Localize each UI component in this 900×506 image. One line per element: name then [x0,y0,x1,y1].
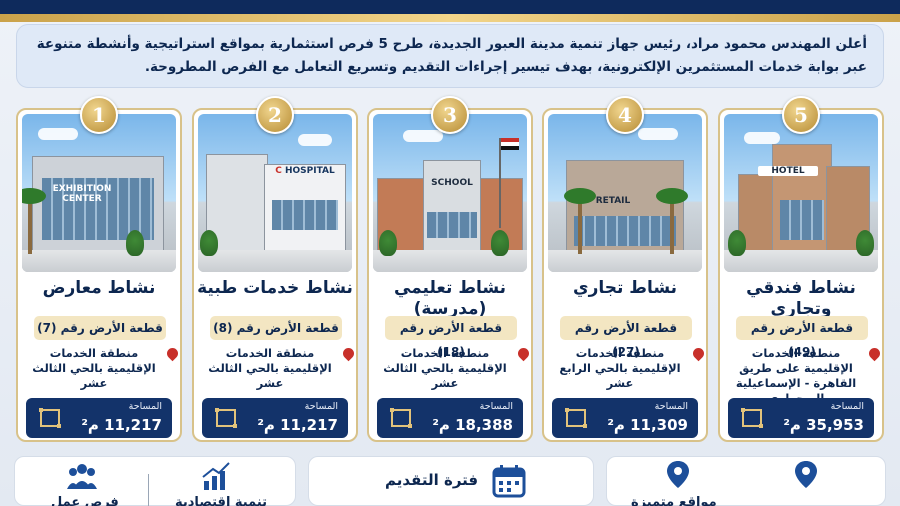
area-value: 35,953 م² [783,416,864,434]
intro-box: أعلن المهندس محمود مراد، رئيس جهاز تنمية… [16,24,884,88]
economic-growth-label: تنمية اقتصادية [175,495,268,506]
card-title: نشاط معارض [42,278,156,298]
calendar-icon [492,465,526,498]
school-illustration: SCHOOL [373,114,527,272]
application-period-label: فترة التقديم [385,471,479,489]
area-value: 11,217 م² [81,416,162,434]
map-pin-icon [795,461,817,488]
card-title: نشاط فندقي وتجاري [746,278,856,319]
building-sign: HOTEL [758,166,818,176]
area-box: المساحة 35,953 م² [728,398,874,438]
benefits-panel: فرص عمل تنمية اقتصادية [14,456,296,506]
card-title: نشاط تجاري [572,278,678,298]
opportunity-card-1: 1 EXHIBITION CENTER نشاط معارض قطعة الأر… [16,96,182,442]
area-box: المساحة 18,388 م² [377,398,523,438]
card-title: نشاط تعليمي (مدرسة) [393,278,507,319]
building-sign: EXHIBITION CENTER [52,184,112,204]
area-label: المساحة [128,401,162,412]
area-label: المساحة [304,401,338,412]
location-text: منطقة الخدمات الإقليمية بالحي الثالث عشر [200,345,357,394]
card-number-badge: 3 [431,96,469,134]
card-number-badge: 5 [782,96,820,134]
hospital-illustration: C HOSPITAL [198,114,352,272]
area-value: 11,217 م² [257,416,338,434]
card-number-badge: 4 [606,96,644,134]
building-sign: C HOSPITAL [275,166,335,176]
opportunity-card-4: 4 RETAIL نشاط تجاري قطعة الأرض رقم (27) … [542,96,708,442]
location-pin-icon [690,345,707,362]
locations-panel: مواقع متميزة [606,456,886,506]
area-icon [390,408,412,428]
plot-number: قطعة الأرض رقم (27) [560,316,692,359]
area-icon [565,408,587,428]
top-gold-strip [0,14,900,22]
retail-illustration: RETAIL [548,114,702,272]
area-icon [741,408,763,428]
area-label: المساحة [654,401,688,412]
area-box: المساحة 11,217 م² [26,398,172,438]
jobs-label: فرص عمل [51,495,119,506]
location-pin-icon [340,345,357,362]
area-icon [39,408,61,428]
card-number-badge: 1 [80,96,118,134]
panel-divider [148,474,149,506]
location-pin-icon [164,345,181,362]
card-number-badge: 2 [256,96,294,134]
plot-number: قطعة الأرض رقم (7) [34,316,166,340]
area-label: المساحة [479,401,513,412]
team-icon [67,464,97,489]
location-pin-icon [866,345,883,362]
plot-number: قطعة الأرض رقم (18) [385,316,517,359]
growth-chart-icon [202,462,230,490]
area-value: 18,388 م² [432,416,513,434]
location-pin-icon [515,345,532,362]
opportunity-card-2: 2 C HOSPITAL نشاط خدمات طبية قطعة الأرض … [192,96,358,442]
area-label: المساحة [830,401,864,412]
plot-number: قطعة الأرض رقم (49) [736,316,868,359]
hotel-illustration: HOTEL [724,114,878,272]
building-sign: SCHOOL [431,178,473,188]
intro-line-2: عبر بوابة خدمات المستثمرين الإلكترونية، … [144,59,867,75]
location-text: منطقة الخدمات الإقليمية بالحي الثالث عشر [375,345,532,394]
plot-number: قطعة الأرض رقم (8) [210,316,342,340]
area-box: المساحة 11,217 م² [202,398,348,438]
map-pin-icon [667,461,689,488]
application-period-panel: فترة التقديم [308,456,594,506]
location-text: منطقة الخدمات الإقليمية بالحي الثالث عشر [24,345,181,394]
top-band [0,0,900,14]
area-box: المساحة 11,309 م² [552,398,698,438]
opportunity-card-3: 3 SCHOOL نشاط تعليمي (مدرسة) قطعة الأرض … [367,96,533,442]
prime-locations-label: مواقع متميزة [631,495,717,506]
area-icon [215,408,237,428]
area-value: 11,309 م² [607,416,688,434]
opportunity-card-5: 5 HOTEL نشاط فندقي وتجاري قطعة الأرض رقم… [718,96,884,442]
exhibition-illustration: EXHIBITION CENTER [22,114,176,272]
card-title: نشاط خدمات طبية [197,278,353,298]
intro-line-1: أعلن المهندس محمود مراد، رئيس جهاز تنمية… [36,36,867,52]
location-text: منطقة الخدمات الإقليمية على طريق القاهرة… [726,345,883,405]
location-text: منطقة الخدمات الإقليمية بالحي الرابع عشر [550,345,707,394]
